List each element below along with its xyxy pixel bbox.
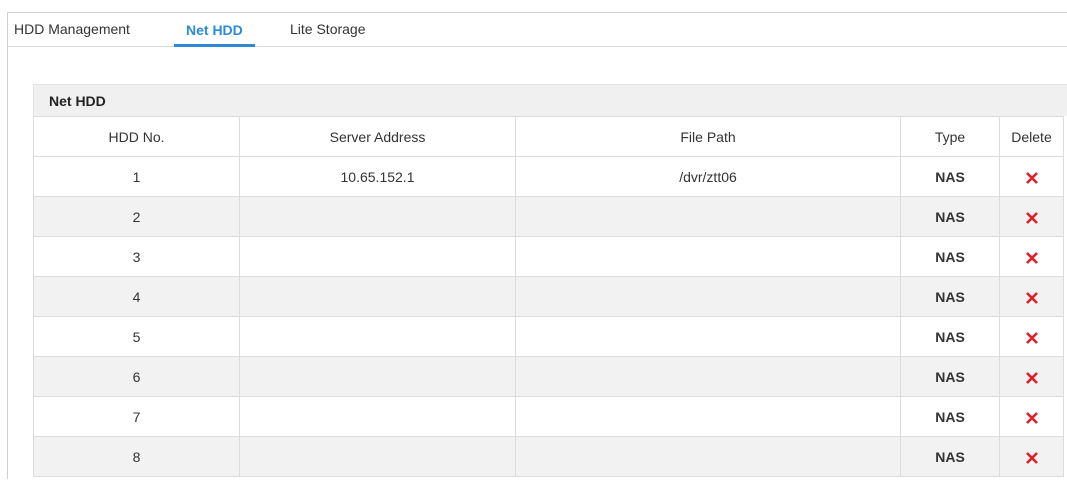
net-hdd-table: HDD No. Server Address File Path Type De… — [33, 116, 1064, 477]
cell-delete — [999, 356, 1064, 397]
table-row[interactable]: 7 NAS — [33, 396, 1064, 437]
cell-file-path[interactable] — [515, 316, 901, 357]
table-row[interactable]: 2 NAS — [33, 196, 1064, 237]
cell-type: NAS — [900, 276, 1000, 317]
cell-type: NAS — [900, 396, 1000, 437]
close-icon[interactable] — [1025, 211, 1039, 225]
cell-file-path[interactable]: /dvr/ztt06 — [515, 156, 901, 197]
cell-hdd-no: 7 — [33, 396, 240, 437]
cell-file-path[interactable] — [515, 196, 901, 237]
column-header-server-address: Server Address — [239, 116, 516, 157]
column-header-type: Type — [900, 116, 1000, 157]
table-row[interactable]: 3 NAS — [33, 236, 1064, 277]
tab-hdd-management[interactable]: HDD Management — [14, 13, 130, 46]
cell-server-address[interactable] — [239, 396, 516, 437]
net-hdd-panel: Net HDD HDD No. Server Address File Path… — [33, 84, 1067, 480]
cell-file-path[interactable] — [515, 276, 901, 317]
cell-delete — [999, 276, 1064, 317]
cell-server-address[interactable] — [239, 276, 516, 317]
cell-hdd-no: 5 — [33, 316, 240, 357]
cell-file-path[interactable] — [515, 396, 901, 437]
column-header-hdd-no: HDD No. — [33, 116, 240, 157]
close-icon[interactable] — [1025, 411, 1039, 425]
cell-type: NAS — [900, 436, 1000, 477]
cell-server-address[interactable] — [239, 316, 516, 357]
cell-hdd-no: 1 — [33, 156, 240, 197]
cell-server-address[interactable] — [239, 236, 516, 277]
cell-server-address[interactable] — [239, 356, 516, 397]
column-header-file-path: File Path — [515, 116, 901, 157]
cell-hdd-no: 8 — [33, 436, 240, 477]
cell-hdd-no: 2 — [33, 196, 240, 237]
cell-server-address[interactable] — [239, 196, 516, 237]
tab-net-hdd[interactable]: Net HDD — [174, 13, 255, 47]
cell-file-path[interactable] — [515, 356, 901, 397]
cell-delete — [999, 396, 1064, 437]
cell-server-address[interactable]: 10.65.152.1 — [239, 156, 516, 197]
cell-type: NAS — [900, 356, 1000, 397]
table-row[interactable]: 5 NAS — [33, 316, 1064, 357]
cell-server-address[interactable] — [239, 436, 516, 477]
cell-file-path[interactable] — [515, 436, 901, 477]
close-icon[interactable] — [1025, 451, 1039, 465]
cell-delete — [999, 196, 1064, 237]
table-row[interactable]: 6 NAS — [33, 356, 1064, 397]
content-frame: HDD Management Net HDD Lite Storage Net … — [7, 12, 1067, 479]
close-icon[interactable] — [1025, 331, 1039, 345]
tab-lite-storage[interactable]: Lite Storage — [290, 13, 366, 46]
table-row[interactable]: 1 10.65.152.1/dvr/ztt06 NAS — [33, 156, 1064, 197]
cell-type: NAS — [900, 156, 1000, 197]
panel-title: Net HDD — [33, 84, 1067, 116]
close-icon[interactable] — [1025, 171, 1039, 185]
cell-type: NAS — [900, 236, 1000, 277]
close-icon[interactable] — [1025, 251, 1039, 265]
close-icon[interactable] — [1025, 291, 1039, 305]
cell-type: NAS — [900, 196, 1000, 237]
cell-delete — [999, 316, 1064, 357]
cell-delete — [999, 156, 1064, 197]
close-icon[interactable] — [1025, 371, 1039, 385]
cell-delete — [999, 236, 1064, 277]
table-row[interactable]: 4 NAS — [33, 276, 1064, 317]
table-row[interactable]: 8 NAS — [33, 436, 1064, 477]
cell-delete — [999, 436, 1064, 477]
cell-hdd-no: 6 — [33, 356, 240, 397]
cell-hdd-no: 4 — [33, 276, 240, 317]
table-body: 1 10.65.152.1/dvr/ztt06 NAS 2 NAS 3 NAS 4 NAS 5 NA… — [33, 156, 1064, 477]
table-header-row: HDD No. Server Address File Path Type De… — [33, 116, 1064, 157]
cell-file-path[interactable] — [515, 236, 901, 277]
cell-type: NAS — [900, 316, 1000, 357]
column-header-delete: Delete — [999, 116, 1064, 157]
tab-bar: HDD Management Net HDD Lite Storage — [8, 13, 1067, 47]
cell-hdd-no: 3 — [33, 236, 240, 277]
